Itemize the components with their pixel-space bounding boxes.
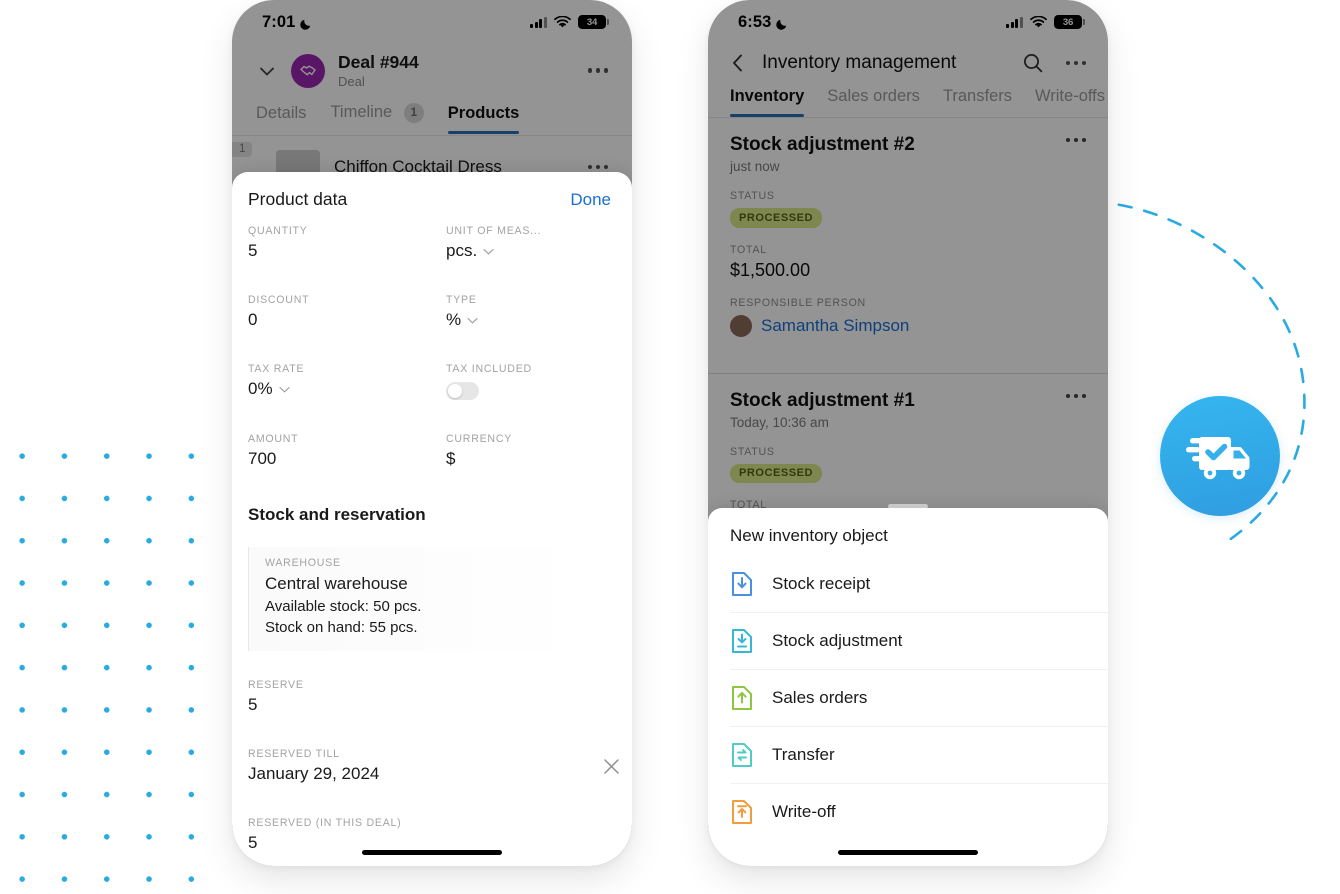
warehouse-available-stock: Available stock: 50 pcs. xyxy=(265,598,422,616)
field-tax-included-label: TAX INCLUDED xyxy=(446,363,532,375)
field-reserved-in-deal-value: 5 xyxy=(248,832,258,852)
option-label: Stock receipt xyxy=(772,574,871,593)
field-discount-label: DISCOUNT xyxy=(248,294,310,306)
option-stock-receipt[interactable]: Stock receipt xyxy=(730,556,1108,613)
warehouse-name: Central warehouse xyxy=(265,574,408,593)
new-inventory-object-sheet: New inventory object Stock receipt Stock… xyxy=(708,508,1108,866)
option-label: Write-off xyxy=(772,802,836,821)
field-quantity-label: QUANTITY xyxy=(248,225,308,237)
option-sales-orders[interactable]: Sales orders xyxy=(730,670,1108,727)
field-discount-value: 0 xyxy=(248,310,258,329)
sheet-title: New inventory object xyxy=(730,526,888,545)
option-label: Transfer xyxy=(772,745,835,764)
field-amount-value: 700 xyxy=(248,449,277,468)
field-tax-rate[interactable]: TAX RATE 0% xyxy=(248,363,432,400)
stock-section-title: Stock and reservation xyxy=(248,505,426,524)
warehouse-label: WAREHOUSE xyxy=(265,557,341,569)
field-type[interactable]: TYPE % xyxy=(432,294,616,330)
product-data-form: QUANTITY 5 UNIT OF MEAS... pcs. DISCOUNT… xyxy=(232,225,632,469)
field-unit-of-measure[interactable]: UNIT OF MEAS... pcs. xyxy=(432,225,616,261)
done-button[interactable]: Done xyxy=(570,190,611,210)
field-quantity[interactable]: QUANTITY 5 xyxy=(248,225,432,261)
screenshot-canvas: 7:01 34 Deal #944 Deal Details Timeline … xyxy=(0,0,1340,894)
home-indicator xyxy=(838,850,978,855)
field-tax-rate-value: 0% xyxy=(248,379,273,398)
field-tax-rate-label: TAX RATE xyxy=(248,363,305,375)
option-transfer[interactable]: Transfer xyxy=(730,727,1108,784)
dot-grid-pattern xyxy=(0,430,226,894)
field-reserve-value: 5 xyxy=(248,694,258,714)
document-arrow-up-icon xyxy=(732,686,752,710)
phone-left-deal-products: 7:01 34 Deal #944 Deal Details Timeline … xyxy=(232,0,632,866)
field-unit-value: pcs. xyxy=(446,241,478,260)
sheet-header: Product data Done xyxy=(232,172,632,225)
field-type-value: % xyxy=(446,310,462,329)
document-arrow-down-icon xyxy=(732,572,752,596)
field-reserve-label: RESERVE xyxy=(248,678,304,691)
field-quantity-value: 5 xyxy=(248,241,258,260)
chevron-down-icon xyxy=(483,248,494,255)
inventory-object-options: Stock receipt Stock adjustment Sales ord… xyxy=(708,556,1108,840)
phone-right-inventory: 6:53 36 Inventory management Inventory S… xyxy=(708,0,1108,866)
field-reserved-till-label: RESERVED TILL xyxy=(248,747,340,760)
document-exchange-icon xyxy=(732,743,752,767)
option-label: Stock adjustment xyxy=(772,631,903,650)
document-arrow-down-line-icon xyxy=(732,629,752,653)
field-type-label: TYPE xyxy=(446,294,477,306)
field-reserve[interactable]: RESERVE 5 xyxy=(232,679,632,715)
delivery-truck-check-icon xyxy=(1186,437,1250,480)
field-currency-label: CURRENCY xyxy=(446,433,513,445)
option-write-off[interactable]: Write-off xyxy=(730,784,1108,840)
tax-included-toggle[interactable] xyxy=(446,382,479,400)
warehouse-card[interactable]: WAREHOUSE Central warehouse Available st… xyxy=(248,547,616,651)
field-currency[interactable]: CURRENCY $ xyxy=(432,433,616,469)
field-discount[interactable]: DISCOUNT 0 xyxy=(248,294,432,330)
field-tax-included[interactable]: TAX INCLUDED xyxy=(432,363,616,400)
field-unit-label: UNIT OF MEAS... xyxy=(446,225,542,237)
option-stock-adjustment[interactable]: Stock adjustment xyxy=(730,613,1108,670)
product-data-sheet: Product data Done QUANTITY 5 UNIT OF MEA… xyxy=(232,172,632,866)
document-arrow-up-line-icon xyxy=(732,800,752,824)
chevron-down-icon xyxy=(278,386,290,393)
home-indicator xyxy=(362,850,502,855)
field-reserved-till-value: January 29, 2024 xyxy=(248,763,380,783)
field-reserved-till[interactable]: RESERVED TILL January 29, 2024 xyxy=(232,748,632,784)
warehouse-stock-on-hand: Stock on hand: 55 pcs. xyxy=(265,619,418,637)
chevron-down-icon xyxy=(467,317,478,324)
field-amount[interactable]: AMOUNT 700 xyxy=(248,433,432,469)
close-icon[interactable] xyxy=(603,758,620,775)
option-label: Sales orders xyxy=(772,688,868,707)
field-reserved-in-deal[interactable]: RESERVED (IN THIS DEAL) 5 xyxy=(232,817,632,853)
delivery-truck-check-badge xyxy=(1160,396,1280,516)
field-amount-label: AMOUNT xyxy=(248,433,299,445)
field-reserved-in-deal-label: RESERVED (IN THIS DEAL) xyxy=(248,816,402,829)
sheet-title: Product data xyxy=(248,189,348,209)
field-currency-value: $ xyxy=(446,449,456,468)
